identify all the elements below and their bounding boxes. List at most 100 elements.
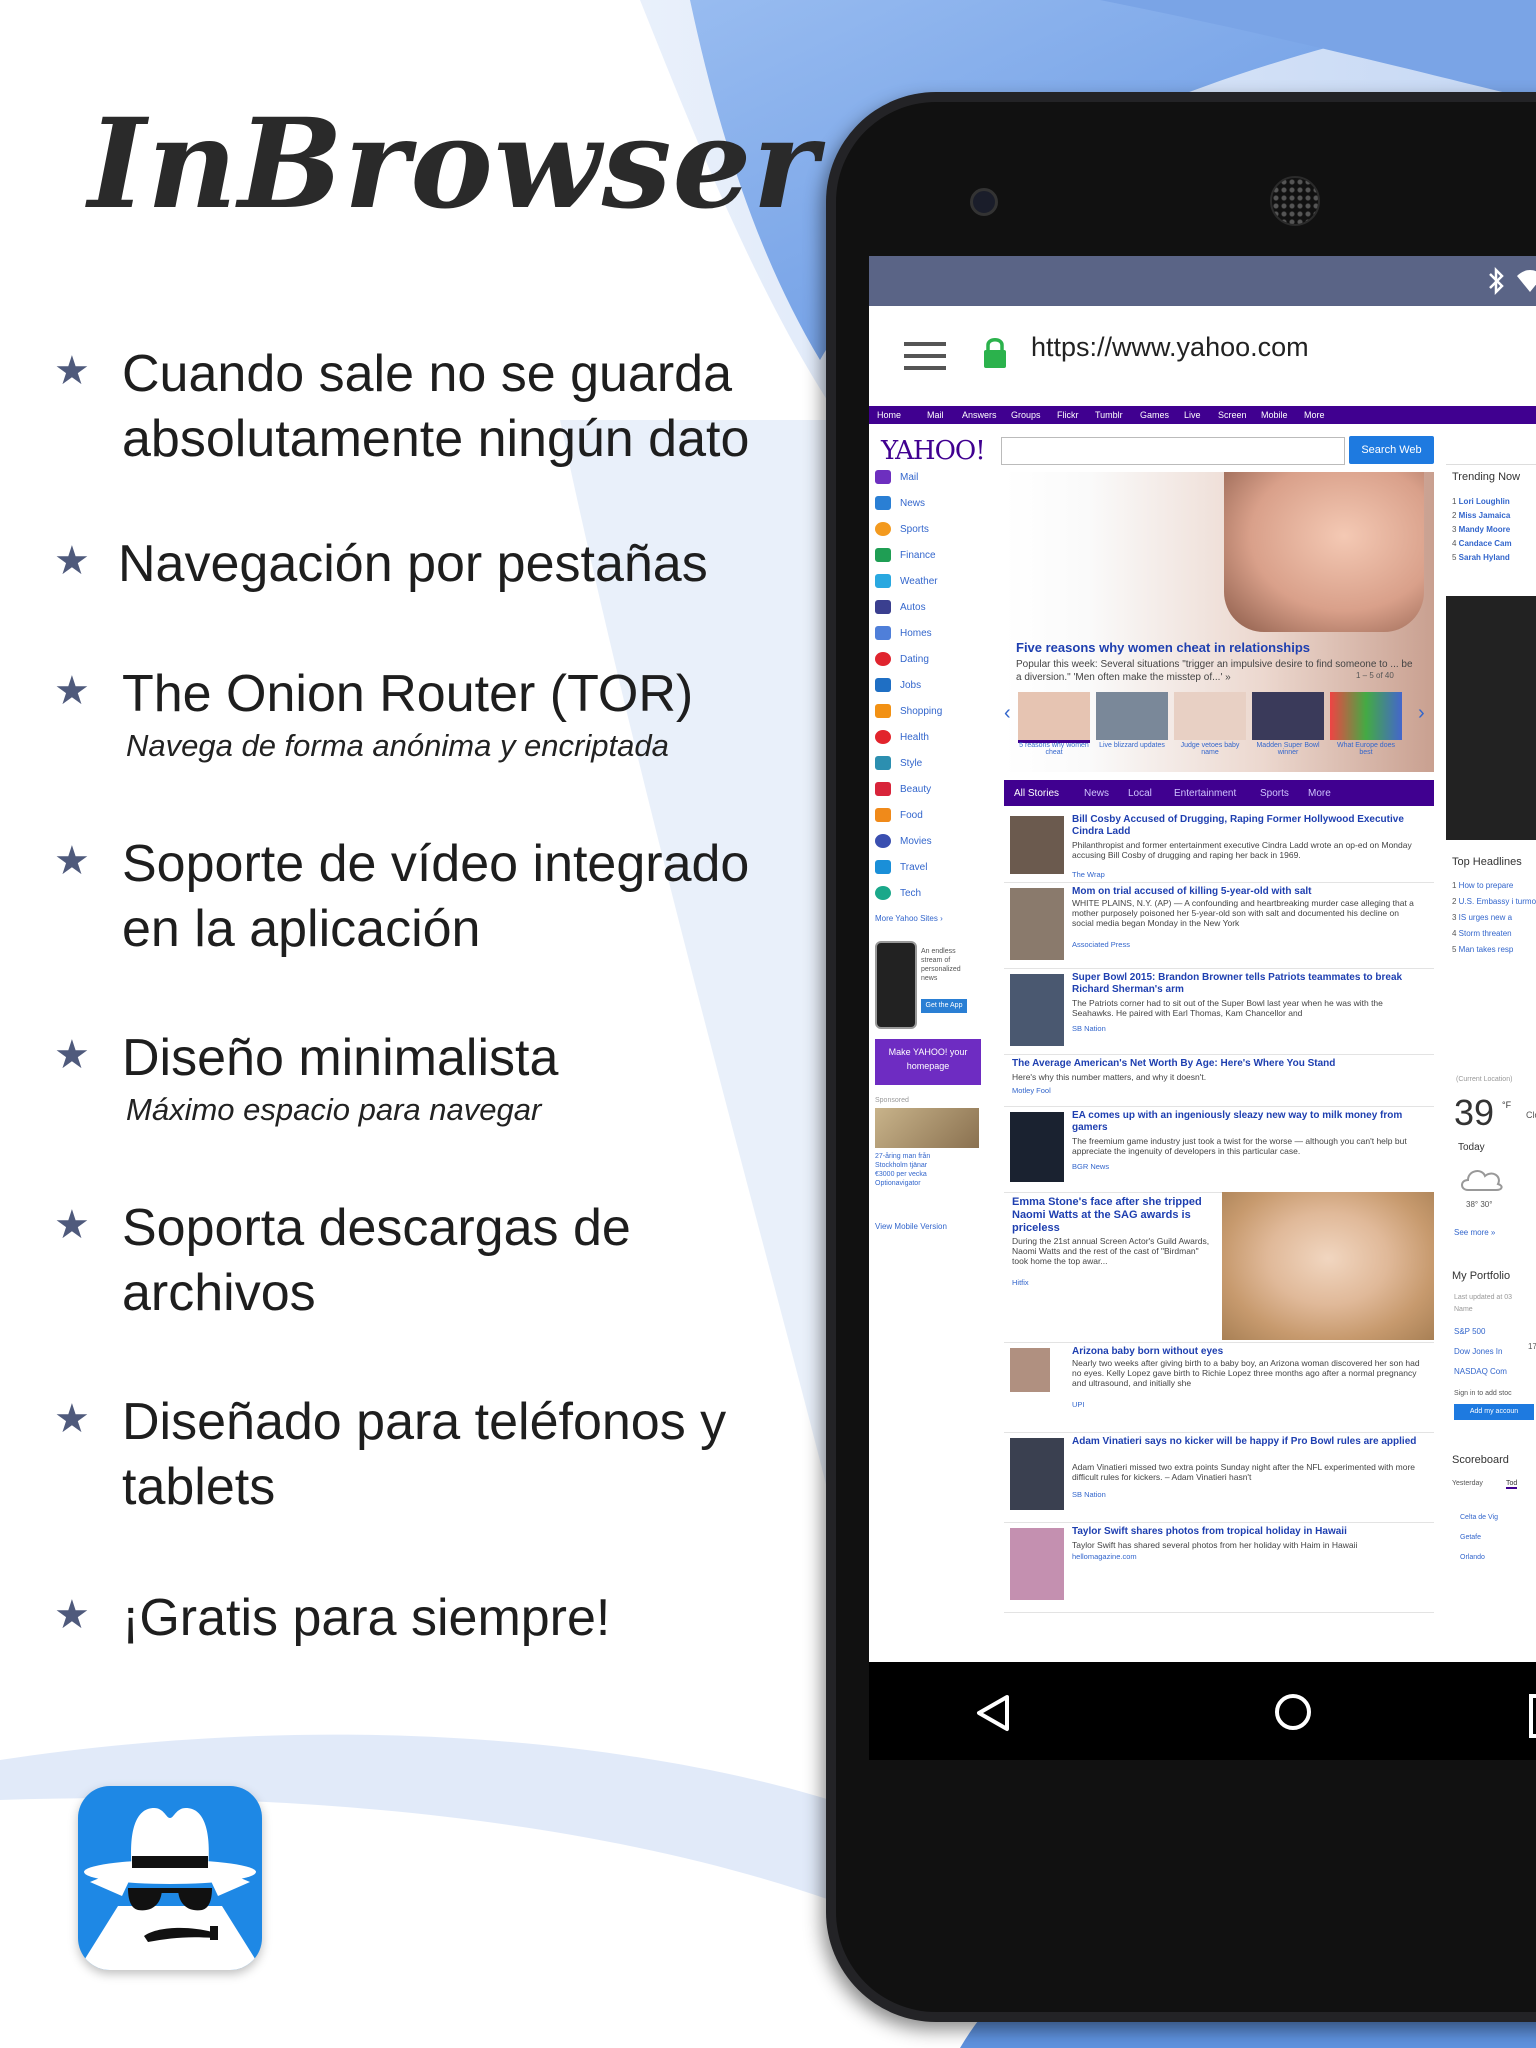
add-account-button[interactable]: Add my accoun [1454,1404,1534,1420]
story-item[interactable]: Arizona baby born without eyes Nearly tw… [1004,1342,1434,1433]
thumbnail-5[interactable] [1330,692,1402,740]
sidebar-item-autos[interactable]: Autos [875,598,965,624]
back-icon[interactable] [975,1694,1011,1732]
story-item[interactable]: Taylor Swift shares photos from tropical… [1004,1522,1434,1613]
video-panel[interactable] [1446,596,1536,840]
sidebar-item-mail[interactable]: Mail [875,468,965,494]
ad-text[interactable]: 27-åring man från Stockholm tjänar €3000… [875,1152,935,1188]
story-title[interactable]: Arizona baby born without eyes [1072,1346,1422,1358]
nav-groups[interactable]: Groups [1011,410,1041,420]
story-item[interactable]: EA comes up with an ingeniously sleazy n… [1004,1106,1434,1193]
thumbnail-caption[interactable]: Judge vetoes baby name [1174,742,1246,756]
thumbnail-4[interactable] [1252,692,1324,740]
sidebar-item-dating[interactable]: Dating [875,650,965,676]
sidebar-item-style[interactable]: Style [875,754,965,780]
team-item[interactable]: Orlando [1460,1548,1498,1568]
hero-title[interactable]: Five reasons why women cheat in relation… [1016,640,1310,655]
portfolio-item[interactable]: NASDAQ Com [1454,1362,1507,1382]
story-title[interactable]: EA comes up with an ingeniously sleazy n… [1072,1110,1422,1134]
headline-item[interactable]: 5 Man takes resp [1452,942,1536,958]
story-item[interactable]: Bill Cosby Accused of Drugging, Raping F… [1004,810,1434,883]
story-item[interactable]: Mom on trial accused of killing 5-year-o… [1004,882,1434,969]
sidebar-item-beauty[interactable]: Beauty [875,780,965,806]
sidebar-item-tech[interactable]: Tech [875,884,965,910]
story-title[interactable]: Taylor Swift shares photos from tropical… [1072,1526,1422,1538]
story-source[interactable]: SB Nation [1072,1024,1106,1033]
nav-tumblr[interactable]: Tumblr [1095,410,1123,420]
view-mobile-link[interactable]: View Mobile Version [875,1222,965,1231]
thumbnail-3[interactable] [1174,692,1246,740]
scoreboard-tab-yesterday[interactable]: Yesterday [1452,1480,1483,1487]
sidebar-item-news[interactable]: News [875,494,965,520]
thumbnail-caption[interactable]: 5 reasons why women cheat [1018,742,1090,756]
tab-sports[interactable]: Sports [1260,788,1289,799]
url-field[interactable]: https://www.yahoo.com [1031,332,1309,363]
nav-screen[interactable]: Screen [1218,410,1247,420]
tab-entertainment[interactable]: Entertainment [1174,788,1236,799]
nav-home[interactable]: Home [877,410,901,420]
scoreboard-tab-today[interactable]: Tod [1506,1480,1518,1489]
trending-item[interactable]: 5 Sarah Hyland [1452,551,1512,565]
story-item[interactable]: Super Bowl 2015: Brandon Browner tells P… [1004,968,1434,1055]
headline-item[interactable]: 3 IS urges new a [1452,910,1536,926]
chevron-right-icon[interactable]: › [1418,702,1425,725]
tab-news[interactable]: News [1084,788,1109,799]
sidebar-item-food[interactable]: Food [875,806,965,832]
chevron-left-icon[interactable]: ‹ [1004,702,1011,725]
thumbnail-caption[interactable]: What Europe does best [1330,742,1402,756]
thumbnail-caption[interactable]: Live blizzard updates [1096,742,1168,749]
recents-icon[interactable] [1529,1694,1536,1738]
story-source[interactable]: UPI [1072,1400,1085,1409]
nav-flickr[interactable]: Flickr [1057,410,1079,420]
story-title[interactable]: Bill Cosby Accused of Drugging, Raping F… [1072,814,1422,838]
search-input[interactable] [1001,437,1345,465]
team-item[interactable]: Celta de Vig [1460,1508,1498,1528]
home-icon[interactable] [1273,1692,1313,1732]
sidebar-item-movies[interactable]: Movies [875,832,965,858]
get-app-button[interactable]: Get the App [921,999,967,1013]
tab-local[interactable]: Local [1128,788,1152,799]
sidebar-item-weather[interactable]: Weather [875,572,965,598]
sidebar-item-finance[interactable]: Finance [875,546,965,572]
thumbnail-2[interactable] [1096,692,1168,740]
team-item[interactable]: Getafe [1460,1528,1498,1548]
headline-item[interactable]: 1 How to prepare [1452,878,1536,894]
story-title[interactable]: Mom on trial accused of killing 5-year-o… [1072,886,1422,898]
trending-item[interactable]: 1 Lori Loughlin [1452,495,1512,509]
story-source[interactable]: Motley Fool [1012,1086,1051,1095]
story-source[interactable]: BGR News [1072,1162,1109,1171]
headline-item[interactable]: 4 Storm threaten [1452,926,1536,942]
sidebar-item-homes[interactable]: Homes [875,624,965,650]
menu-icon[interactable] [904,342,946,370]
tab-more[interactable]: More [1308,788,1331,799]
nav-answers[interactable]: Answers [962,410,997,420]
trending-item[interactable]: 4 Candace Cam [1452,537,1512,551]
story-source[interactable]: The Wrap [1072,870,1105,879]
sidebar-item-sports[interactable]: Sports [875,520,965,546]
thumbnail-1[interactable] [1018,692,1090,743]
nav-games[interactable]: Games [1140,410,1169,420]
sidebar-item-jobs[interactable]: Jobs [875,676,965,702]
search-web-button[interactable]: Search Web [1349,436,1434,464]
make-homepage-button[interactable]: Make YAHOO! your homepage [875,1039,981,1085]
story-title[interactable]: Emma Stone's face after she tripped Naom… [1012,1196,1212,1235]
story-source[interactable]: hellomagazine.com [1072,1552,1137,1561]
story-title[interactable]: Adam Vinatieri says no kicker will be ha… [1072,1436,1422,1448]
sidebar-item-travel[interactable]: Travel [875,858,965,884]
story-item[interactable]: The Average American's Net Worth By Age:… [1004,1054,1434,1107]
see-more-link[interactable]: See more » [1454,1228,1495,1237]
nav-live[interactable]: Live [1184,410,1201,420]
more-yahoo-sites-link[interactable]: More Yahoo Sites › [875,914,965,923]
sidebar-item-health[interactable]: Health [875,728,965,754]
portfolio-item[interactable]: Dow Jones In [1454,1342,1507,1362]
hero-carousel[interactable]: Five reasons why women cheat in relation… [1004,472,1434,772]
headline-item[interactable]: 2 U.S. Embassy i turmoil [1452,894,1536,910]
story-title[interactable]: The Average American's Net Worth By Age:… [1012,1058,1422,1070]
thumbnail-caption[interactable]: Madden Super Bowl winner [1252,742,1324,756]
portfolio-item[interactable]: S&P 500 [1454,1322,1507,1342]
nav-mobile[interactable]: Mobile [1261,410,1288,420]
trending-item[interactable]: 3 Mandy Moore [1452,523,1512,537]
sidebar-item-shopping[interactable]: Shopping [875,702,965,728]
trending-item[interactable]: 2 Miss Jamaica [1452,509,1512,523]
story-item[interactable]: Adam Vinatieri says no kicker will be ha… [1004,1432,1434,1523]
